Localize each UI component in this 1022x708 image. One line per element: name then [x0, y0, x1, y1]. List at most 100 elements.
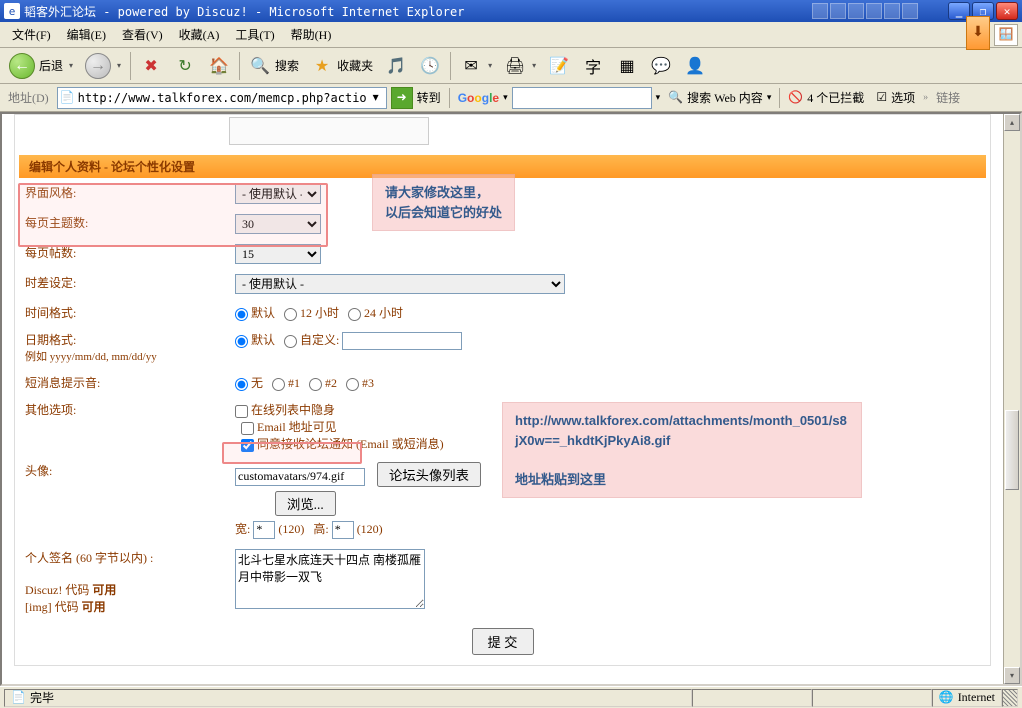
sound-1-radio[interactable] [272, 378, 285, 391]
chevron-icon[interactable]: » [923, 92, 928, 103]
avatar-height-input[interactable] [332, 521, 354, 539]
stop-button[interactable]: ✖ [135, 51, 167, 81]
browser-viewport: 编辑个人资料 - 论坛个性化设置 界面风格: - 使用默认 - 每页主题数: 3… [0, 112, 1022, 686]
tool-button[interactable]: ▦ [611, 51, 643, 81]
forward-button[interactable]: → ▾ [80, 51, 126, 81]
timezone-select[interactable]: - 使用默认 - [235, 274, 565, 294]
edit-button[interactable]: 📝 [543, 51, 575, 81]
menu-edit[interactable]: 编辑(E) [59, 23, 114, 46]
tool-icon[interactable] [848, 3, 864, 19]
sound-2-radio[interactable] [309, 378, 322, 391]
page-favicon-icon: 📄 [11, 690, 26, 705]
go-label: 转到 [417, 89, 441, 106]
divider [450, 52, 451, 80]
width-label: 宽: [235, 522, 250, 536]
browse-button[interactable] [275, 491, 336, 516]
datefmt-custom-input[interactable] [342, 332, 462, 350]
topics-per-page-select[interactable]: 30 [235, 214, 321, 234]
url-combobox[interactable]: 📄 ▾ [57, 87, 387, 109]
signature-label: 个人签名 (60 字节以内) : [25, 551, 153, 565]
media-button[interactable]: 🎵 [380, 51, 412, 81]
menu-favorites[interactable]: 收藏(A) [171, 23, 228, 46]
tool-icon[interactable] [902, 3, 918, 19]
sound-label: 短消息提示音: [19, 369, 229, 396]
scroll-thumb[interactable] [1005, 410, 1019, 490]
download-icon[interactable]: ⬇ [966, 16, 990, 50]
mail-button[interactable]: ✉▾ [455, 51, 497, 81]
divider [239, 52, 240, 80]
url-dropdown-icon[interactable]: ▾ [368, 90, 384, 105]
tool-icon[interactable] [884, 3, 900, 19]
status-text: 完毕 [30, 689, 54, 706]
style-select[interactable]: - 使用默认 - [235, 184, 321, 204]
posts-label: 每页帖数: [19, 239, 229, 269]
title-custom-tools [812, 3, 918, 19]
go-button[interactable]: ➜ [391, 87, 413, 109]
vertical-scrollbar[interactable]: ▴ ▾ [1003, 114, 1020, 684]
search-label: 搜索 [275, 57, 299, 74]
datefmt-default-radio[interactable] [235, 335, 248, 348]
status-main: 📄 完毕 [4, 689, 692, 707]
page-content: 编辑个人资料 - 论坛个性化设置 界面风格: - 使用默认 - 每页主题数: 3… [2, 114, 1003, 684]
refresh-button[interactable]: ↻ [169, 51, 201, 81]
menu-file[interactable]: 文件(F) [4, 23, 59, 46]
avatar-url-input[interactable] [235, 468, 365, 486]
status-zone: 🌐 Internet [932, 689, 1002, 707]
tool-icon[interactable] [866, 3, 882, 19]
style-label: 界面风格: [19, 179, 229, 209]
status-seg [692, 689, 812, 707]
window-title: 韬客外汇论坛 - powered by Discuz! - Microsoft … [24, 3, 812, 20]
scroll-up-icon[interactable]: ▴ [1004, 114, 1020, 131]
receive-notify-checkbox[interactable] [241, 439, 254, 452]
discuss-button[interactable]: 💬 [645, 51, 677, 81]
sound-3-radio[interactable] [346, 378, 359, 391]
tool-icon[interactable] [830, 3, 846, 19]
annotation-top: 请大家修改这里， 以后会知道它的好处 [372, 174, 515, 231]
search-web-button[interactable]: 🔍搜索 Web 内容▾ [664, 89, 775, 106]
menu-view[interactable]: 查看(V) [114, 23, 171, 46]
links-label[interactable]: 链接 [932, 89, 964, 106]
back-button[interactable]: ← 后退 ▾ [4, 51, 78, 81]
messenger-button[interactable]: 👤 [679, 51, 711, 81]
settings-form: 界面风格: - 使用默认 - 每页主题数: 30 每页帖数: 15 时差设定: … [19, 179, 986, 620]
datefmt-label: 日期格式: [25, 333, 76, 347]
encoding-button[interactable]: 字 [577, 51, 609, 81]
history-button[interactable]: 🕓 [414, 51, 446, 81]
timefmt-24h-radio[interactable] [348, 308, 361, 321]
datefmt-hint: 例如 yyyy/mm/dd, mm/dd/yy [25, 351, 157, 363]
status-bar: 📄 完毕 🌐 Internet [0, 686, 1022, 708]
tool-icon[interactable] [812, 3, 828, 19]
posts-per-page-select[interactable]: 15 [235, 244, 321, 264]
timefmt-12h-radio[interactable] [284, 308, 297, 321]
resize-grip-icon[interactable] [1002, 689, 1018, 707]
timefmt-default-radio[interactable] [235, 308, 248, 321]
favorites-button[interactable]: ★收藏夹 [306, 51, 378, 81]
email-visible-checkbox[interactable] [241, 422, 254, 435]
menubar: 文件(F) 编辑(E) 查看(V) 收藏(A) 工具(T) 帮助(H) ⬇ 🪟 [0, 22, 1022, 48]
menu-help[interactable]: 帮助(H) [283, 23, 340, 46]
search-button[interactable]: 🔍搜索 [244, 51, 304, 81]
ie-icon: e [4, 3, 20, 19]
topics-label: 每页主题数: [19, 209, 229, 239]
signature-textarea[interactable]: 北斗七星水底连天十四点 南楼孤雁月中带影一双飞 [235, 549, 425, 609]
google-search-input[interactable] [512, 87, 652, 109]
url-input[interactable] [78, 91, 366, 105]
datefmt-custom-radio[interactable] [284, 335, 297, 348]
avatar-width-input[interactable] [253, 521, 275, 539]
window-titlebar: e 韬客外汇论坛 - powered by Discuz! - Microsof… [0, 0, 1022, 22]
status-seg [812, 689, 932, 707]
annotation-bottom: http://www.talkforex.com/attachments/mon… [502, 402, 862, 498]
submit-button[interactable] [472, 628, 534, 655]
close-button[interactable]: ✕ [996, 2, 1018, 20]
sound-none-radio[interactable] [235, 378, 248, 391]
scroll-down-icon[interactable]: ▾ [1004, 667, 1020, 684]
options-button[interactable]: ☑选项 [872, 89, 919, 106]
print-button[interactable]: 🖨▾ [499, 51, 541, 81]
avatar-list-button[interactable] [377, 462, 481, 487]
invisible-checkbox[interactable] [235, 405, 248, 418]
toolbar: ← 后退 ▾ → ▾ ✖ ↻ 🏠 🔍搜索 ★收藏夹 🎵 🕓 ✉▾ 🖨▾ 📝 字 … [0, 48, 1022, 84]
popup-blocked-button[interactable]: 🚫4 个已拦截 [784, 89, 868, 106]
menu-tools[interactable]: 工具(T) [227, 23, 282, 46]
divider [449, 88, 450, 108]
home-button[interactable]: 🏠 [203, 51, 235, 81]
